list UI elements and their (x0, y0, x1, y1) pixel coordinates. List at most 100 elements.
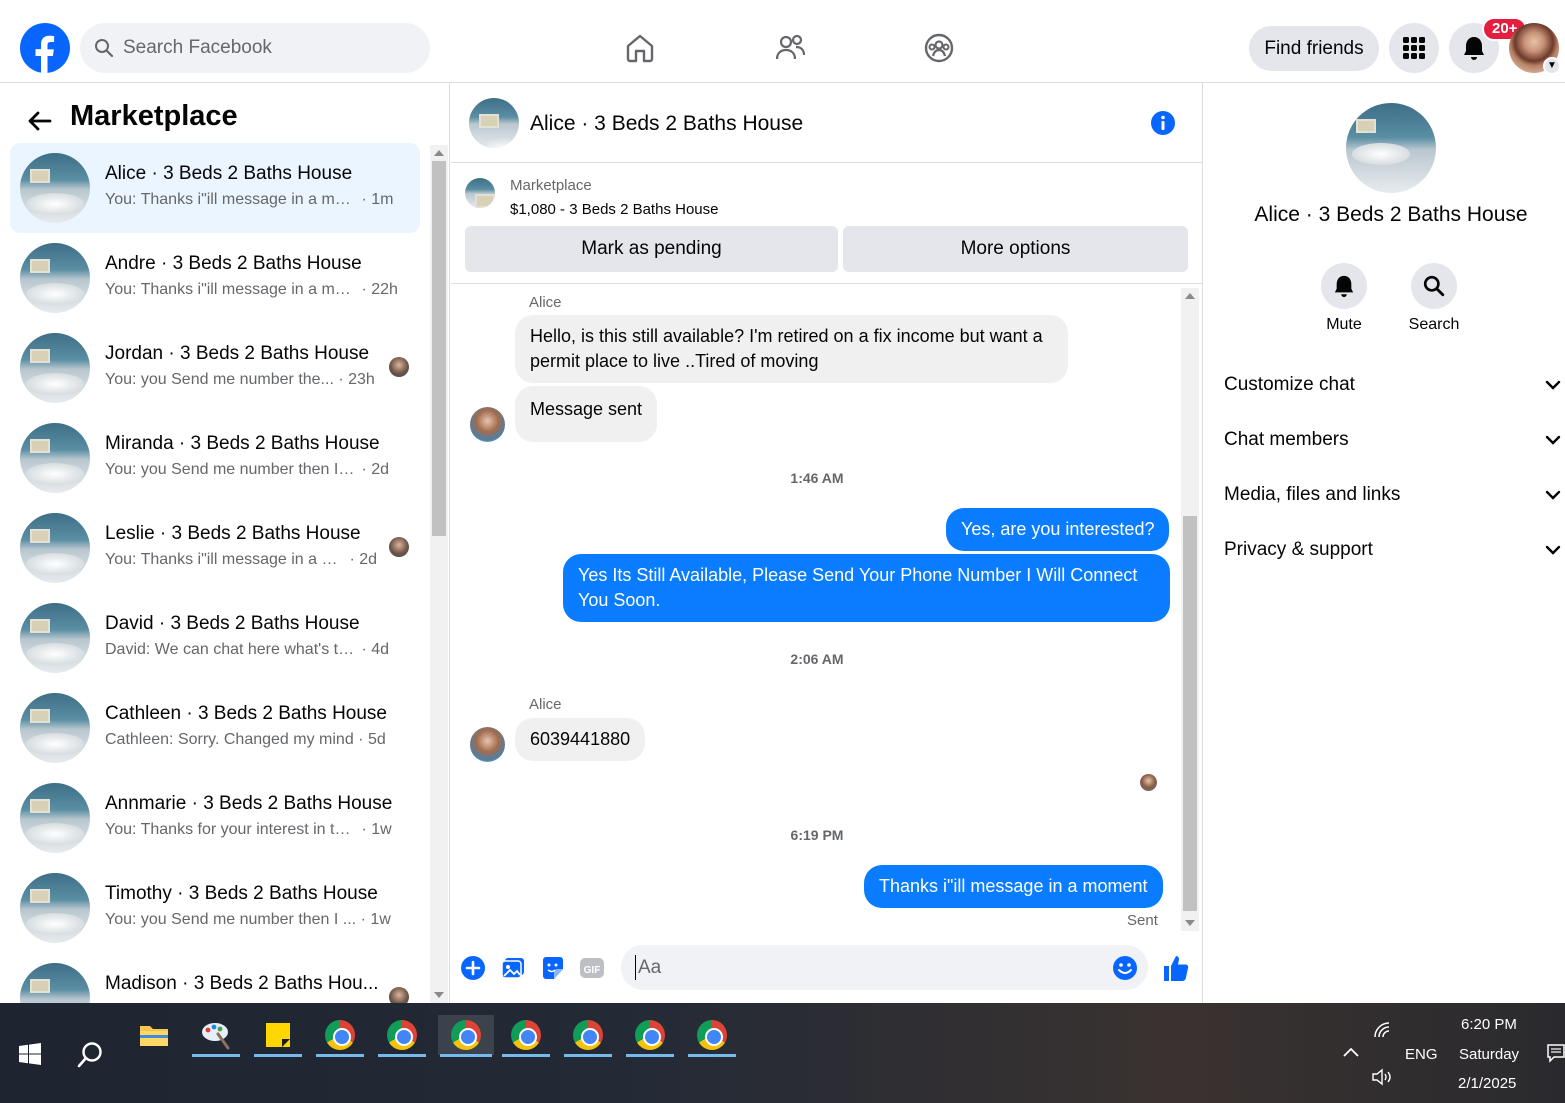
chat-members-section[interactable]: Chat members (1224, 420, 1561, 460)
photo-icon[interactable] (500, 955, 526, 981)
taskbar-search-icon[interactable] (76, 1041, 104, 1069)
message-composer[interactable] (621, 945, 1148, 990)
search-input[interactable] (123, 37, 413, 59)
scrollbar-thumb[interactable] (1183, 516, 1197, 911)
search-icon (1423, 275, 1445, 297)
plus-icon[interactable] (460, 955, 486, 981)
message-input[interactable] (635, 955, 1095, 980)
conversation-item[interactable]: Cathleen · 3 Beds 2 Baths House Cathleen:… (10, 683, 420, 773)
conversation-name: Alice · 3 Beds 2 Baths House (1254, 203, 1528, 226)
conversation-item[interactable]: Alice · 3 Beds 2 Baths House You: Thanks … (10, 143, 420, 233)
preview-text: You: Thanks for your interest in the... (105, 821, 357, 838)
conversation-name: Annmarie · 3 Beds 2 Baths House (105, 793, 393, 814)
chrome-taskbar-button[interactable] (500, 1015, 552, 1057)
chevron-down-icon[interactable]: ▼ (1543, 57, 1561, 75)
clock-day[interactable]: Saturday (1459, 1046, 1519, 1063)
separator-dot: · (357, 461, 372, 478)
conversation-preview: You: you Send me number then I w... · 2d (105, 461, 389, 479)
media-files-links-section[interactable]: Media, files and links (1224, 475, 1561, 515)
more-options-button[interactable]: More options (843, 226, 1188, 272)
conversation-item[interactable]: Andre · 3 Beds 2 Baths House You: Thanks … (10, 233, 420, 323)
file-explorer-taskbar-button[interactable] (128, 1015, 180, 1055)
conversation-time: 2d (359, 551, 378, 568)
conversation-item[interactable]: Madison · 3 Beds 2 Baths Hou... (10, 953, 420, 1003)
emoji-icon[interactable] (1112, 955, 1138, 981)
sticker-icon[interactable] (540, 955, 566, 981)
read-receipt-avatar (1140, 774, 1157, 791)
chrome-taskbar-button[interactable] (376, 1015, 428, 1057)
conversation-item[interactable]: Annmarie · 3 Beds 2 Baths House You: Than… (10, 773, 420, 863)
mark-as-pending-button[interactable]: Mark as pending (465, 226, 838, 272)
sender-avatar[interactable] (470, 727, 505, 762)
folder-icon (140, 1026, 168, 1046)
outgoing-message[interactable]: Thanks i"ill message in a moment (864, 865, 1163, 908)
scroll-down-arrow-icon[interactable] (1185, 920, 1195, 926)
preview-text: You: Thanks i"ill message in a mo... (105, 281, 357, 298)
thumbs-up-icon[interactable] (1161, 953, 1191, 983)
chevron-down-icon (1545, 490, 1561, 500)
outgoing-message[interactable]: Yes Its Still Available, Please Send You… (563, 554, 1170, 622)
chrome-icon (573, 1020, 603, 1050)
chrome-taskbar-button[interactable] (562, 1015, 614, 1057)
chrome-taskbar-button[interactable] (314, 1015, 366, 1057)
volume-icon[interactable] (1371, 1068, 1393, 1086)
conversation-avatar[interactable] (1346, 103, 1436, 193)
find-friends-button[interactable]: Find friends (1249, 26, 1379, 71)
sticky-notes-taskbar-button[interactable] (252, 1015, 304, 1057)
language-indicator[interactable]: ENG (1405, 1046, 1438, 1063)
chevron-down-icon (1545, 380, 1561, 390)
sticky-notes-icon (266, 1023, 290, 1047)
scroll-down-arrow-icon[interactable] (434, 992, 444, 998)
conversation-item[interactable]: David · 3 Beds 2 Baths House David: We ca… (10, 593, 420, 683)
windows-start-icon[interactable] (19, 1043, 41, 1065)
customize-chat-section[interactable]: Customize chat (1224, 365, 1561, 405)
paint-taskbar-button[interactable] (190, 1015, 242, 1057)
chevron-up-icon[interactable] (1342, 1046, 1360, 1058)
incoming-message[interactable]: 6039441880 (515, 718, 646, 761)
conversation-item[interactable]: Miranda · 3 Beds 2 Baths House You: you S… (10, 413, 420, 503)
conversation-item[interactable]: Leslie · 3 Beds 2 Baths House You: Thanks… (10, 503, 420, 593)
gif-icon[interactable]: GIF (579, 955, 605, 981)
search-in-conversation-button[interactable]: Search (1394, 263, 1474, 334)
clock-date[interactable]: 2/1/2025 (1458, 1075, 1516, 1092)
chrome-taskbar-button[interactable] (686, 1015, 738, 1057)
sender-avatar[interactable] (470, 407, 505, 442)
conversation-avatar (20, 963, 90, 1003)
facebook-logo-icon[interactable] (20, 23, 70, 73)
chat-title[interactable]: Alice · 3 Beds 2 Baths House (530, 112, 803, 136)
chrome-taskbar-button-active[interactable] (438, 1015, 494, 1057)
chrome-taskbar-button[interactable] (624, 1015, 676, 1057)
conversation-preview: You: Thanks for your interest in the... … (105, 821, 392, 839)
chat-scrollbar[interactable] (1181, 288, 1199, 931)
scrollbar-thumb[interactable] (432, 161, 446, 536)
back-arrow-icon[interactable] (24, 105, 56, 137)
conversation-time: 1w (370, 911, 391, 928)
chrome-icon (511, 1020, 541, 1050)
mute-button[interactable]: Mute (1304, 263, 1384, 334)
chevron-down-icon (1545, 545, 1561, 555)
groups-nav-button[interactable] (919, 28, 959, 68)
wifi-icon[interactable] (1373, 1021, 1393, 1039)
privacy-support-section[interactable]: Privacy & support (1224, 530, 1561, 570)
scroll-up-arrow-icon[interactable] (434, 150, 444, 156)
search-bar[interactable] (80, 23, 430, 73)
friends-nav-button[interactable] (770, 28, 810, 68)
listing-thumbnail[interactable] (465, 178, 495, 208)
notification-center-icon[interactable] (1547, 1043, 1565, 1063)
conversation-list-scrollbar[interactable] (430, 145, 448, 1003)
chat-avatar[interactable] (469, 98, 519, 148)
clock-time[interactable]: 6:20 PM (1461, 1016, 1517, 1033)
scroll-up-arrow-icon[interactable] (1185, 293, 1195, 299)
incoming-message[interactable]: Message sent (515, 386, 658, 442)
conversation-item[interactable]: Jordan · 3 Beds 2 Baths House You: you Se… (10, 323, 420, 413)
home-nav-button[interactable] (620, 28, 660, 68)
info-icon[interactable] (1150, 110, 1176, 136)
incoming-message[interactable]: Hello, is this still available? I'm reti… (515, 315, 1068, 383)
sent-status: Sent (1127, 912, 1158, 929)
menu-button[interactable] (1389, 23, 1439, 73)
outgoing-message[interactable]: Yes, are you interested? (946, 508, 1170, 551)
separator-dot: · (357, 821, 372, 838)
listing-title[interactable]: $1,080 - 3 Beds 2 Baths House (510, 201, 718, 218)
conversation-item[interactable]: Timothy · 3 Beds 2 Baths House You: you S… (10, 863, 420, 953)
conversation-avatar (20, 423, 90, 493)
